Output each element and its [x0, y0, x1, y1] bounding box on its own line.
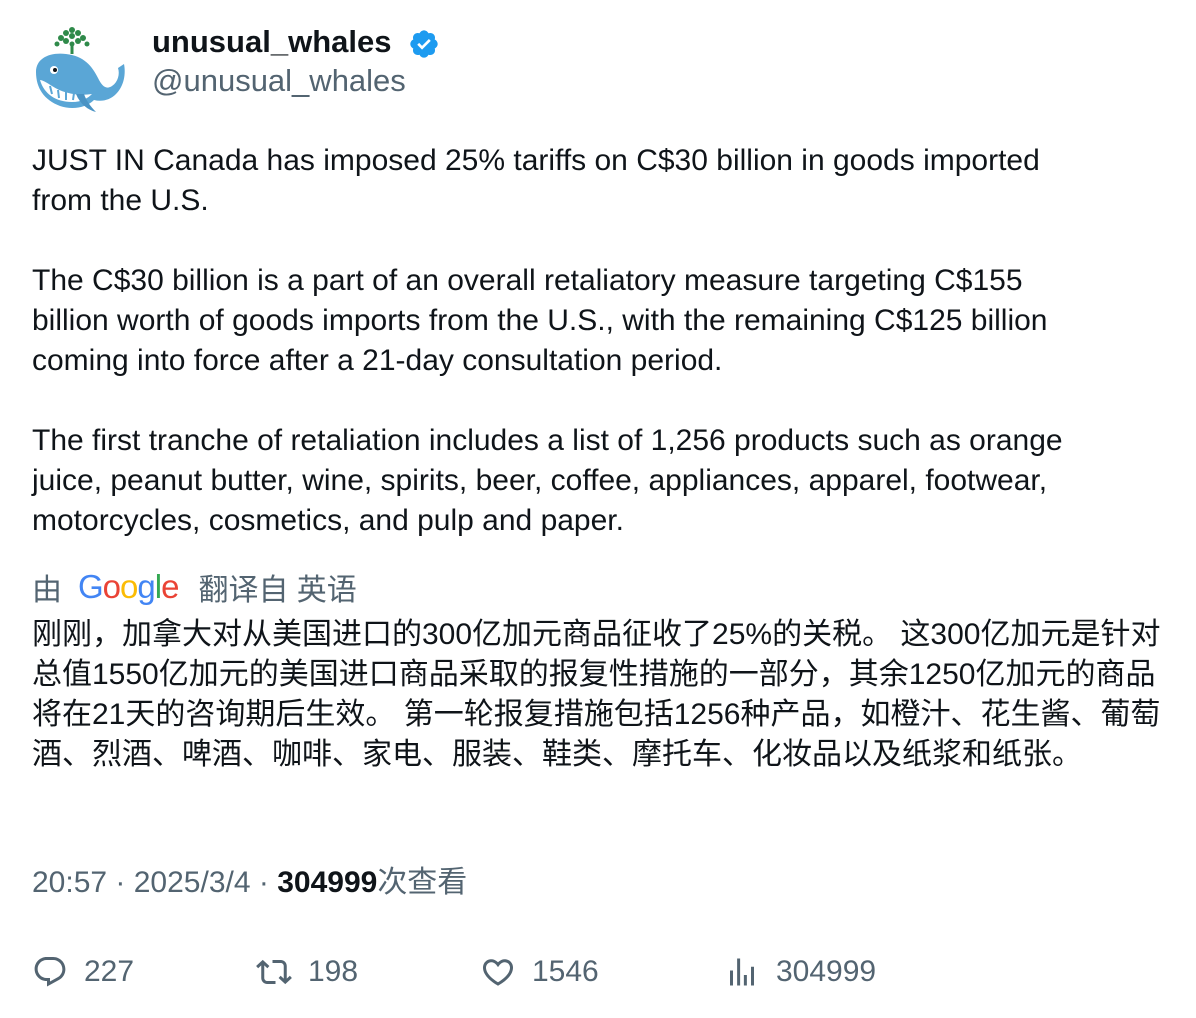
views-button[interactable]: 304999 — [724, 951, 876, 993]
tweet-time[interactable]: 20:57 — [32, 866, 107, 899]
heart-icon — [482, 959, 514, 986]
whale-logo-icon — [36, 27, 125, 112]
reply-count: 227 — [84, 955, 135, 988]
reply-icon — [34, 957, 66, 987]
tweet-paragraph: The C$30 billion is a part of an overall… — [32, 264, 1048, 377]
avatar[interactable] — [32, 24, 128, 116]
views-action-count: 304999 — [776, 955, 877, 988]
like-count: 1546 — [532, 955, 599, 988]
tweet-date[interactable]: 2025/3/4 — [134, 866, 251, 899]
translated-by-label: 由 — [32, 574, 62, 607]
tweet-paragraph: The first tranche of retaliation include… — [32, 424, 1063, 537]
meta-separator: · — [250, 866, 278, 899]
views-label: 次查看 — [377, 866, 468, 899]
retweet-icon — [256, 959, 292, 985]
views-chart-icon — [730, 958, 754, 986]
action-bar: 227 198 1546 304999 — [32, 951, 1172, 993]
translated-from-label: 翻译自 英语 — [198, 574, 357, 607]
translation-attribution: 由 Google 翻译自 英语 — [32, 567, 357, 607]
views-count: 304999 — [277, 866, 378, 899]
meta-separator: · — [107, 866, 134, 899]
verified-badge-icon — [410, 30, 438, 58]
tweet-metadata: 20:57 · 2025/3/4 · 304999次查看 — [32, 863, 467, 903]
tweet-paragraph: JUST IN Canada has imposed 25% tariffs o… — [32, 144, 1040, 217]
author-handle[interactable]: @unusual_whales — [152, 61, 406, 101]
reply-button[interactable]: 227 — [32, 951, 134, 993]
translated-tweet-text: 刚刚，加拿大对从美国进口的300亿加元商品征收了25%的关税。 这300亿加元是… — [32, 618, 1161, 771]
like-button[interactable]: 1546 — [480, 951, 599, 993]
google-logo: Google — [78, 568, 179, 605]
tweet-text: JUST IN Canada has imposed 25% tariffs o… — [32, 141, 1172, 541]
author-display-name[interactable]: unusual_whales — [152, 22, 391, 62]
retweet-count: 198 — [308, 955, 359, 988]
retweet-button[interactable]: 198 — [256, 951, 358, 993]
